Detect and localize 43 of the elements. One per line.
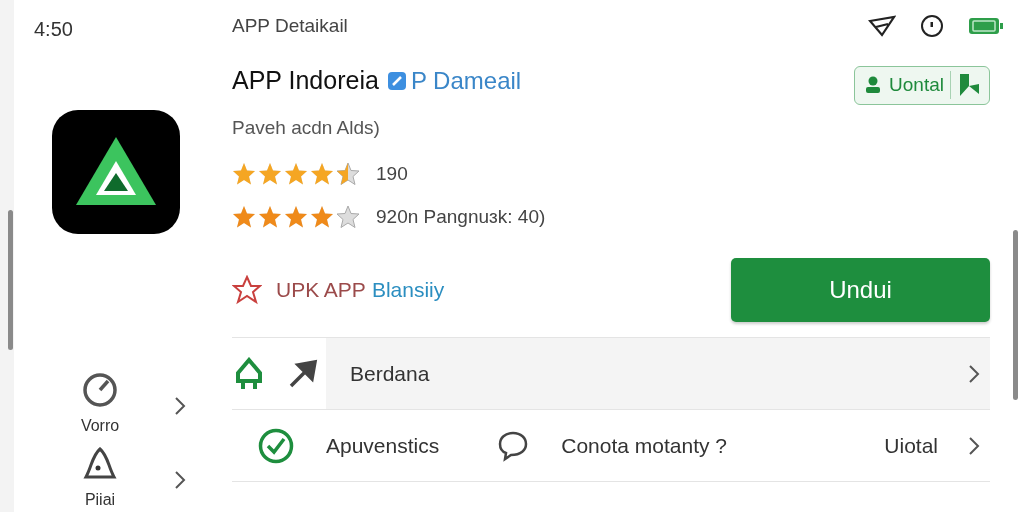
gauge-icon xyxy=(82,372,118,408)
sidebar-item[interactable]: Vorro xyxy=(70,372,130,438)
row-value: Uiotal xyxy=(884,432,938,459)
star-icon xyxy=(336,162,360,187)
star-icon xyxy=(258,204,282,229)
rating-text: 920n Pangnuɜk: 40) xyxy=(376,204,546,229)
app-subtitle: Paveh acdn Alds) xyxy=(232,115,381,140)
sidebar-item[interactable]: Piiai xyxy=(70,446,130,512)
star-icon xyxy=(310,204,334,229)
chat-icon xyxy=(497,429,530,462)
download-button[interactable]: Undui xyxy=(731,258,990,322)
list-row[interactable]: Berdana xyxy=(232,338,990,410)
star-icon xyxy=(310,162,334,187)
badge-label: UPK APP xyxy=(276,277,366,304)
badge-link[interactable]: Blansiiy xyxy=(371,274,445,306)
screen-title: APP Detaikail xyxy=(232,13,348,38)
rating-text: 190 xyxy=(376,162,408,186)
chevron-icon xyxy=(968,363,980,384)
house-icon xyxy=(234,356,264,391)
row-label: Conota motanty ? xyxy=(561,432,727,459)
row-label: Apuvenstics xyxy=(326,432,440,459)
row-label: Berdana xyxy=(350,360,430,387)
chevron-icon xyxy=(174,469,186,490)
star-icon xyxy=(284,162,308,187)
chevron-icon xyxy=(968,435,980,456)
tag-icon xyxy=(386,70,407,91)
follow-button[interactable]: Uontal xyxy=(854,66,990,105)
star-icon xyxy=(232,204,256,229)
bell-icon xyxy=(82,446,118,482)
check-circle-icon xyxy=(258,427,294,464)
clock-icon xyxy=(920,14,944,38)
star-icon xyxy=(284,204,308,229)
app-icon xyxy=(52,110,180,234)
star-icon xyxy=(232,162,256,187)
arrow-icon xyxy=(288,358,318,389)
app-tag[interactable]: P Dameail xyxy=(410,62,522,99)
app-name: APP Indoreia xyxy=(232,65,379,96)
status-time: 4:50 xyxy=(34,17,73,42)
star-icon xyxy=(258,162,282,187)
star-outline-icon xyxy=(232,275,262,305)
battery-icon xyxy=(968,16,1004,36)
chevron-icon xyxy=(174,395,186,416)
star-icon xyxy=(336,204,360,229)
